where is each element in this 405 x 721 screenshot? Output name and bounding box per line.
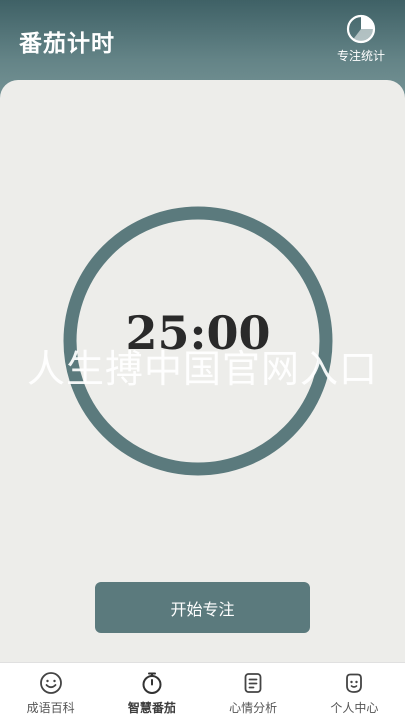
- smile-icon: [39, 672, 62, 694]
- tab-label: 智慧番茄: [127, 701, 176, 715]
- tab-smart-tomato[interactable]: 智慧番茄: [101, 663, 202, 721]
- focus-stats-label: 专注统计: [336, 49, 385, 63]
- start-focus-label: 开始专注: [170, 601, 235, 619]
- face-icon: [346, 673, 363, 693]
- tab-idiom-encyclopedia[interactable]: 成语百科: [0, 663, 101, 721]
- tab-mood-analysis[interactable]: 心情分析: [203, 663, 304, 721]
- tab-label: 成语百科: [26, 701, 75, 715]
- page-title: 番茄计时: [19, 31, 115, 57]
- pie-chart-icon: [346, 14, 376, 44]
- timer-display: 25:00: [125, 306, 271, 360]
- tab-personal-center[interactable]: 个人中心: [304, 663, 405, 721]
- focus-stats-button[interactable]: 专注统计: [331, 14, 391, 68]
- notes-icon: [244, 673, 262, 693]
- tab-label: 心情分析: [229, 701, 278, 715]
- bottom-tab-bar: 成语百科 智慧番茄 心情分析 个人中心: [0, 662, 405, 721]
- start-focus-button[interactable]: 开始专注: [95, 582, 310, 633]
- tab-label: 个人中心: [330, 701, 379, 715]
- stopwatch-icon: [142, 672, 162, 694]
